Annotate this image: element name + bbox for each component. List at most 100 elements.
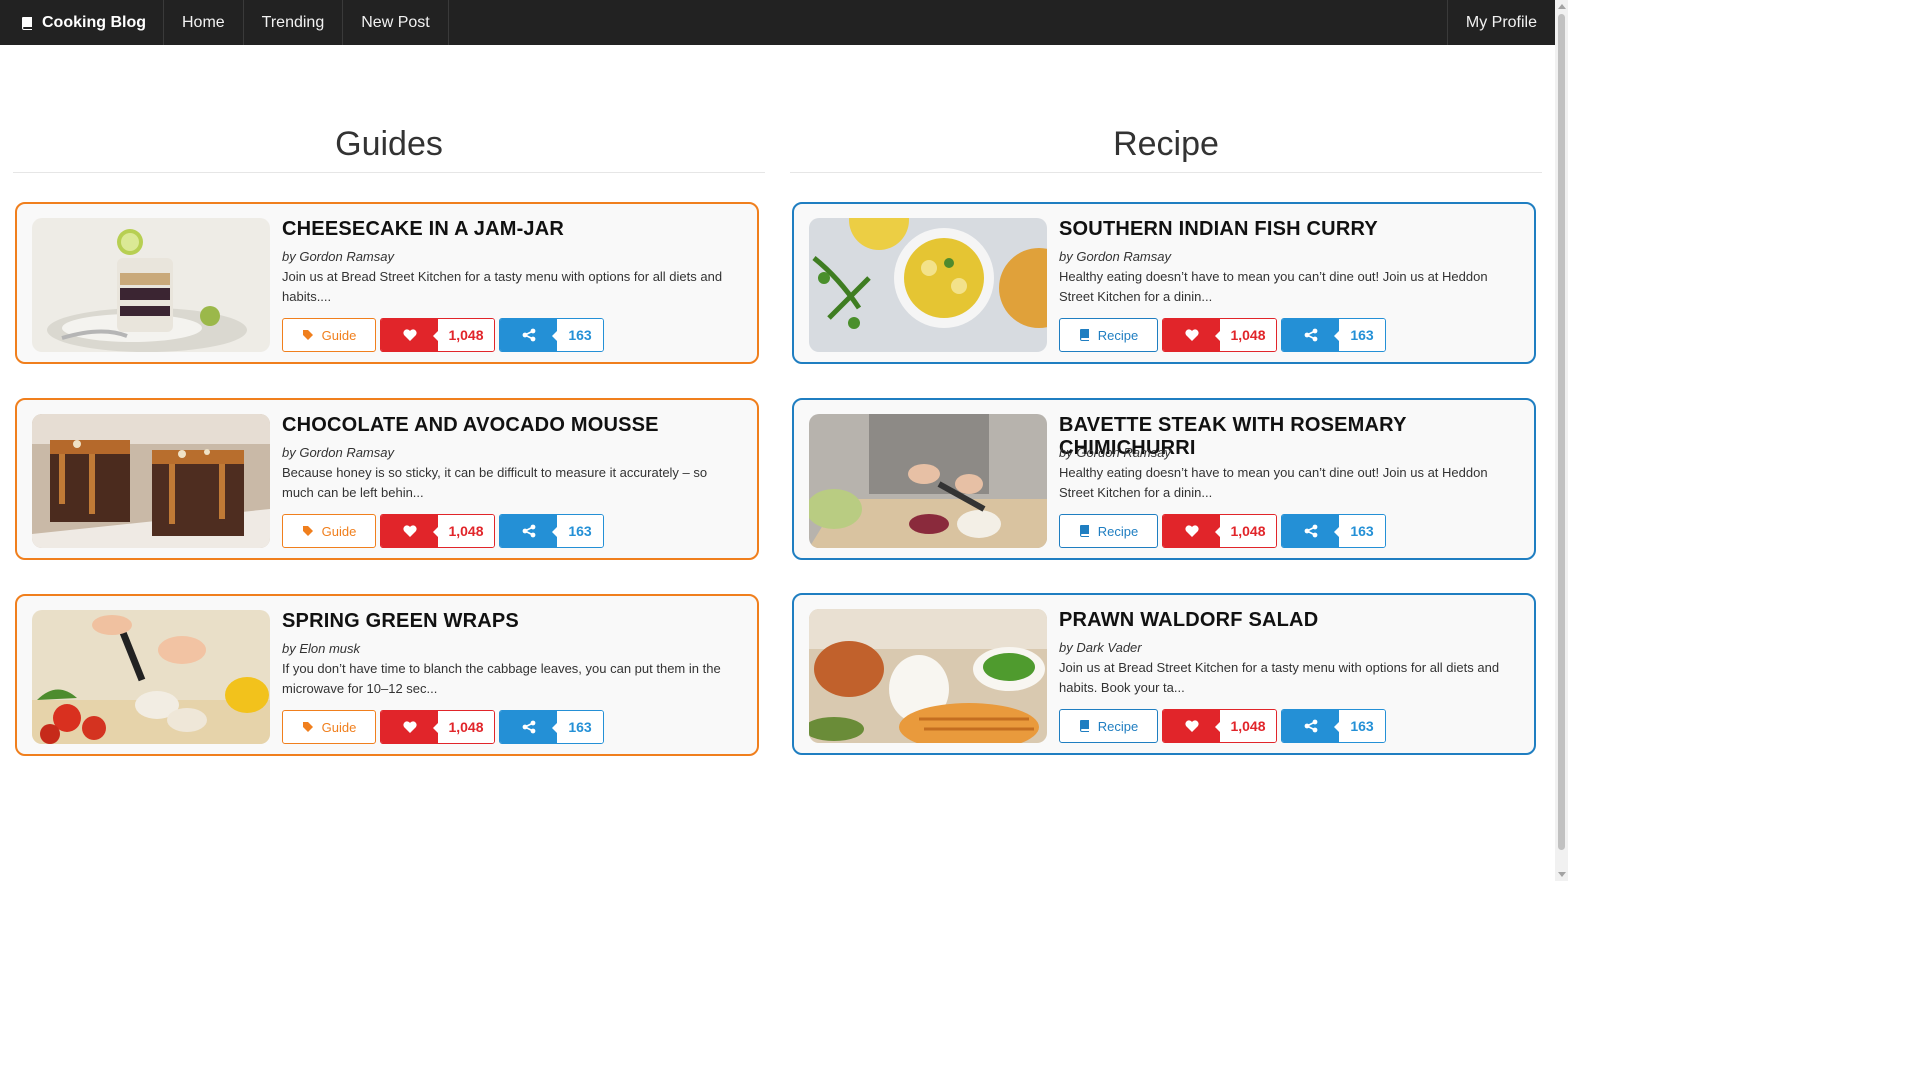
book-icon xyxy=(1079,525,1090,537)
guides-heading: Guides xyxy=(13,120,765,173)
share-count: 163 xyxy=(557,515,603,547)
card-actions: Recipe 1,048 163 xyxy=(1059,514,1386,548)
card-title[interactable]: CHEESECAKE IN A JAM-JAR xyxy=(282,218,564,241)
like-count: 1,048 xyxy=(438,711,494,743)
guide-tag-label: Guide xyxy=(321,719,357,735)
book-icon xyxy=(20,16,34,30)
share-button[interactable]: 163 xyxy=(499,318,604,352)
brand-link[interactable]: Cooking Blog xyxy=(0,0,164,45)
guide-tag-label: Guide xyxy=(321,327,357,343)
share-button[interactable]: 163 xyxy=(1281,709,1386,743)
tag-icon xyxy=(302,329,314,341)
nav-new-post[interactable]: New Post xyxy=(343,0,449,45)
card-title[interactable]: CHOCOLATE AND AVOCADO MOUSSE xyxy=(282,414,659,437)
recipe-column: Recipe SOUTHERN INDIAN FISH CURRY by Gor… xyxy=(790,120,1542,755)
guide-tag-button[interactable]: Guide xyxy=(282,514,376,548)
card-author: by Gordon Ramsay xyxy=(282,249,394,264)
card-actions: Recipe 1,048 163 xyxy=(1059,318,1386,352)
guide-tag-button[interactable]: Guide xyxy=(282,710,376,744)
prawn-waldorf-salad-image[interactable] xyxy=(809,609,1047,743)
like-count: 1,048 xyxy=(1220,710,1276,742)
heart-icon xyxy=(381,515,439,547)
share-count: 163 xyxy=(557,711,603,743)
share-button[interactable]: 163 xyxy=(499,710,604,744)
nav-my-profile[interactable]: My Profile xyxy=(1446,0,1555,45)
recipe-heading: Recipe xyxy=(790,120,1542,173)
card-title[interactable]: PRAWN WALDORF SALAD xyxy=(1059,609,1318,632)
guides-column: Guides CHEESECAKE IN A JAM-JAR by Gordon… xyxy=(13,120,765,756)
share-count: 163 xyxy=(557,319,603,351)
like-button[interactable]: 1,048 xyxy=(380,318,495,352)
scrollbar-thumb[interactable] xyxy=(1558,14,1565,850)
share-button[interactable]: 163 xyxy=(1281,318,1386,352)
recipe-card-bavette-steak[interactable]: BAVETTE STEAK WITH ROSEMARY CHIMICHURRI … xyxy=(792,398,1536,560)
guide-card-spring-green-wraps[interactable]: SPRING GREEN WRAPS by Elon musk If you d… xyxy=(15,594,759,756)
recipe-tag-label: Recipe xyxy=(1097,327,1139,343)
card-author: by Dark Vader xyxy=(1059,640,1142,655)
share-icon xyxy=(1282,710,1340,742)
recipe-tag-button[interactable]: Recipe xyxy=(1059,318,1158,352)
like-button[interactable]: 1,048 xyxy=(1162,709,1277,743)
chocolate-mousse-image[interactable] xyxy=(32,414,270,548)
share-icon xyxy=(500,515,558,547)
nav-home[interactable]: Home xyxy=(164,0,244,45)
recipe-card-prawn-waldorf-salad[interactable]: PRAWN WALDORF SALAD by Dark Vader Join u… xyxy=(792,593,1536,755)
top-navbar: Cooking Blog Home Trending New Post My P… xyxy=(0,0,1555,45)
share-icon xyxy=(1282,515,1340,547)
cheesecake-image[interactable] xyxy=(32,218,270,352)
card-actions: Guide 1,048 163 xyxy=(282,514,604,548)
fish-curry-image[interactable] xyxy=(809,218,1047,352)
recipe-tag-label: Recipe xyxy=(1097,718,1139,734)
book-icon xyxy=(1079,720,1090,732)
spring-green-wraps-image[interactable] xyxy=(32,610,270,744)
like-count: 1,048 xyxy=(438,319,494,351)
share-button[interactable]: 163 xyxy=(499,514,604,548)
recipe-tag-button[interactable]: Recipe xyxy=(1059,514,1158,548)
like-count: 1,048 xyxy=(1220,319,1276,351)
bavette-steak-image[interactable] xyxy=(809,414,1047,548)
share-icon xyxy=(500,319,558,351)
recipe-tag-label: Recipe xyxy=(1097,523,1139,539)
card-title[interactable]: SPRING GREEN WRAPS xyxy=(282,610,519,633)
share-icon xyxy=(500,711,558,743)
like-count: 1,048 xyxy=(1220,515,1276,547)
scroll-up-icon[interactable] xyxy=(1558,4,1566,9)
card-description: If you don’t have time to blanch the cab… xyxy=(282,661,721,696)
page-scrollbar[interactable] xyxy=(1555,0,1568,881)
tag-icon xyxy=(302,525,314,537)
card-description: Because honey is so sticky, it can be di… xyxy=(282,465,708,500)
guide-card-cheesecake[interactable]: CHEESECAKE IN A JAM-JAR by Gordon Ramsay… xyxy=(15,202,759,364)
share-count: 163 xyxy=(1339,710,1385,742)
card-author: by Gordon Ramsay xyxy=(282,445,394,460)
heart-icon xyxy=(1163,710,1221,742)
recipe-tag-button[interactable]: Recipe xyxy=(1059,709,1158,743)
share-count: 163 xyxy=(1339,319,1385,351)
card-actions: Guide 1,048 163 xyxy=(282,710,604,744)
recipe-card-fish-curry[interactable]: SOUTHERN INDIAN FISH CURRY by Gordon Ram… xyxy=(792,202,1536,364)
brand-label: Cooking Blog xyxy=(42,13,146,31)
card-title[interactable]: SOUTHERN INDIAN FISH CURRY xyxy=(1059,218,1378,241)
like-button[interactable]: 1,048 xyxy=(380,710,495,744)
guide-card-chocolate-mousse[interactable]: CHOCOLATE AND AVOCADO MOUSSE by Gordon R… xyxy=(15,398,759,560)
card-actions: Recipe 1,048 163 xyxy=(1059,709,1386,743)
card-description: Join us at Bread Street Kitchen for a ta… xyxy=(1059,660,1500,695)
card-author: by Gordon Ramsay xyxy=(1059,445,1171,460)
nav-trending[interactable]: Trending xyxy=(244,0,344,45)
heart-icon xyxy=(381,319,439,351)
share-count: 163 xyxy=(1339,515,1385,547)
card-description: Healthy eating doesn’t have to mean you … xyxy=(1059,269,1488,304)
like-button[interactable]: 1,048 xyxy=(380,514,495,548)
heart-icon xyxy=(1163,515,1221,547)
book-icon xyxy=(1079,329,1090,341)
share-button[interactable]: 163 xyxy=(1281,514,1386,548)
card-description: Join us at Bread Street Kitchen for a ta… xyxy=(282,269,723,304)
guide-tag-button[interactable]: Guide xyxy=(282,318,376,352)
like-button[interactable]: 1,048 xyxy=(1162,318,1277,352)
scroll-down-icon[interactable] xyxy=(1558,872,1566,877)
tag-icon xyxy=(302,721,314,733)
card-author: by Elon musk xyxy=(282,641,361,656)
card-actions: Guide 1,048 163 xyxy=(282,318,604,352)
share-icon xyxy=(1282,319,1340,351)
like-button[interactable]: 1,048 xyxy=(1162,514,1277,548)
